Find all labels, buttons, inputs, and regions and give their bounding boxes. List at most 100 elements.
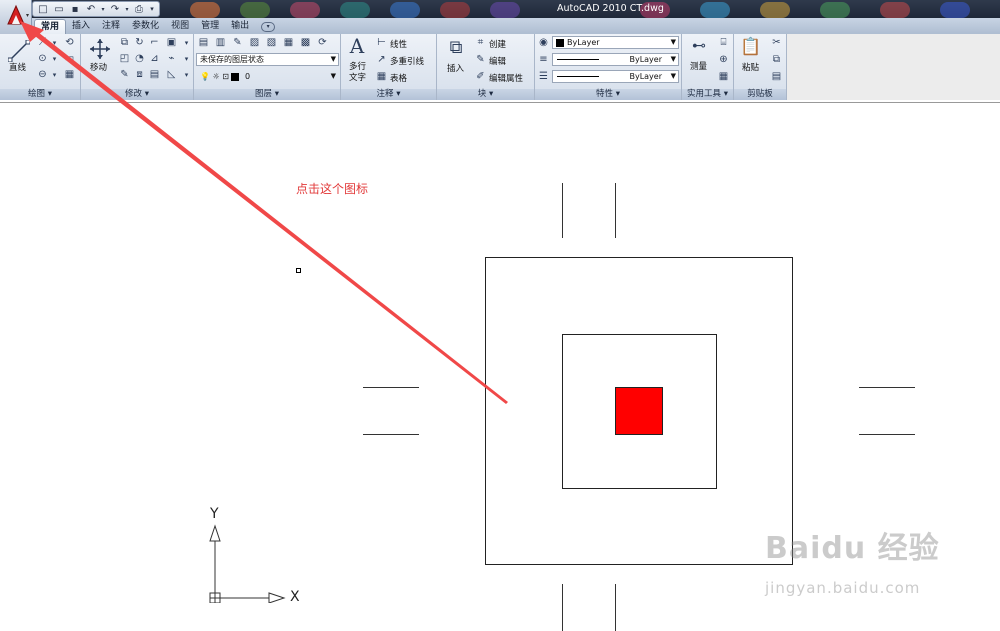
annotation-panel-title[interactable]: 注释 ▾ bbox=[341, 89, 436, 100]
left-upper-tick bbox=[363, 387, 419, 388]
trim-icon[interactable]: ⌐ bbox=[148, 36, 161, 49]
tab-parametric[interactable]: 参数化 bbox=[126, 19, 165, 34]
table-label[interactable]: 表格 bbox=[390, 72, 407, 84]
ribbon-empty-area bbox=[787, 34, 1000, 100]
redo-icon[interactable]: ↷ bbox=[108, 3, 122, 16]
insert-block-icon[interactable]: ⧉ bbox=[445, 36, 467, 58]
rectangle-icon[interactable]: ▭ bbox=[63, 52, 76, 65]
block-panel-title[interactable]: 块 ▾ bbox=[437, 89, 534, 100]
scale-icon[interactable]: ⧈ bbox=[133, 68, 146, 81]
polyline-dropdown-icon[interactable]: ▾ bbox=[48, 36, 61, 49]
circle-dropdown-icon[interactable]: ▾ bbox=[48, 52, 61, 65]
tab-home[interactable]: 常用 bbox=[34, 19, 67, 34]
move-button-label[interactable]: 移动 bbox=[90, 61, 107, 73]
chamfer-dropdown-icon[interactable]: ▾ bbox=[180, 68, 193, 81]
application-menu-button[interactable] bbox=[0, 0, 32, 34]
explode-dropdown-icon[interactable]: ▾ bbox=[180, 52, 193, 65]
layer-previous-icon[interactable]: ✎ bbox=[231, 36, 244, 49]
current-layer-dropdown[interactable]: 💡 ☼ ⊡ 0 ▼ bbox=[196, 70, 339, 83]
move-icon[interactable] bbox=[89, 38, 111, 60]
rotate-icon[interactable]: ↻ bbox=[133, 36, 146, 49]
new-file-icon[interactable]: □ bbox=[36, 3, 50, 16]
color-dropdown[interactable]: ByLayer ▼ bbox=[552, 36, 679, 49]
properties-panel-title[interactable]: 特性 ▾ bbox=[535, 89, 681, 100]
save-icon[interactable]: ▪ bbox=[68, 3, 82, 16]
multileader-label[interactable]: 多重引线 bbox=[390, 55, 424, 67]
redo-dropdown-icon[interactable]: ▾ bbox=[124, 3, 130, 16]
arc-dropdown-icon[interactable]: ▾ bbox=[48, 68, 61, 81]
pickbox-cursor bbox=[296, 268, 301, 273]
undo-dropdown-icon[interactable]: ▾ bbox=[100, 3, 106, 16]
paste-icon[interactable]: 📋 bbox=[740, 36, 762, 58]
layers-panel-title[interactable]: 图层 ▾ bbox=[194, 89, 340, 100]
cut-icon[interactable]: ✂ bbox=[770, 36, 783, 49]
customize-qat-icon[interactable]: ▾ bbox=[148, 3, 156, 16]
line-button-label[interactable]: 直线 bbox=[9, 61, 26, 73]
tab-manage[interactable]: 管理 bbox=[195, 19, 225, 34]
id-point-icon[interactable]: ⊕ bbox=[717, 53, 730, 66]
layer-freeze-icon[interactable]: ▦ bbox=[282, 36, 295, 49]
measure-label[interactable]: 测量 bbox=[690, 60, 707, 72]
copy-clip-icon[interactable]: ⧉ bbox=[770, 53, 783, 66]
tab-annotate[interactable]: 注释 bbox=[96, 19, 126, 34]
utilities-panel-title[interactable]: 实用工具 ▾ bbox=[682, 89, 733, 100]
draw-panel-title[interactable]: 绘图 ▾ bbox=[0, 89, 80, 100]
paste-label[interactable]: 粘贴 bbox=[742, 61, 759, 73]
tab-insert[interactable]: 插入 bbox=[66, 19, 96, 34]
chamfer-icon[interactable]: ◺ bbox=[165, 68, 178, 81]
clipboard-panel-title[interactable]: 剪贴板 bbox=[734, 89, 786, 100]
create-label[interactable]: 创建 bbox=[489, 38, 506, 50]
create-block-icon[interactable]: ⌗ bbox=[474, 36, 487, 49]
edit-attribute-label[interactable]: 编辑属性 bbox=[489, 72, 523, 84]
erase-icon[interactable]: ✎ bbox=[118, 68, 131, 81]
red-filled-square bbox=[615, 387, 663, 435]
layer-properties-icon[interactable]: ▤ bbox=[197, 36, 210, 49]
match-properties-icon[interactable]: ▤ bbox=[770, 70, 783, 83]
tab-view[interactable]: 视图 bbox=[165, 19, 195, 34]
array-icon[interactable]: ▤ bbox=[148, 68, 161, 81]
layer-off-icon[interactable]: ▩ bbox=[299, 36, 312, 49]
lineweight-dropdown[interactable]: ByLayer ▼ bbox=[552, 70, 679, 83]
measure-icon[interactable]: ⊷ bbox=[688, 38, 710, 54]
offset-dropdown-icon[interactable]: ▾ bbox=[180, 36, 193, 49]
layer-isolate-icon[interactable]: ▨ bbox=[248, 36, 261, 49]
layer-lock-icon[interactable]: ⟳ bbox=[316, 36, 329, 49]
layer-unisolate-icon[interactable]: ▧ bbox=[265, 36, 278, 49]
open-folder-icon[interactable]: ▭ bbox=[52, 3, 66, 16]
quick-select-icon[interactable]: ⌸ bbox=[717, 36, 730, 49]
edit-attribute-icon[interactable]: ✐ bbox=[474, 70, 487, 83]
drawing-canvas[interactable]: 点击这个图标 Y X Baidu 经验 jingyan.baidu.com bbox=[0, 103, 1000, 631]
autocad-window: AutoCAD 2010 CT.dwg □ ▭ ▪ ↶ ▾ ↷ ▾ ⎙ ▾ 常用… bbox=[0, 0, 1000, 631]
edit-label[interactable]: 编辑 bbox=[489, 55, 506, 67]
table-icon[interactable]: ▦ bbox=[375, 70, 388, 83]
taskbar-blob-icon bbox=[700, 2, 730, 18]
edit-block-icon[interactable]: ✎ bbox=[474, 53, 487, 66]
fillet-icon[interactable]: ◔ bbox=[133, 52, 146, 65]
insert-label[interactable]: 插入 bbox=[447, 62, 464, 74]
mirror-icon[interactable]: ⊿ bbox=[148, 52, 161, 65]
mtext-label-2[interactable]: 文字 bbox=[349, 71, 366, 83]
clipboard-panel: 📋 粘贴 ✂ ⧉ ▤ 剪贴板 bbox=[734, 34, 787, 100]
offset-icon[interactable]: ▣ bbox=[165, 36, 178, 49]
copy-icon[interactable]: ⧉ bbox=[118, 36, 131, 49]
layer-state-dropdown[interactable]: 未保存的图层状态 ▼ bbox=[196, 53, 339, 66]
mtext-icon[interactable]: A bbox=[347, 34, 367, 58]
lineweight-preview bbox=[557, 76, 599, 77]
tab-output[interactable]: 输出 bbox=[225, 19, 255, 34]
multileader-icon[interactable]: ↗ bbox=[375, 53, 388, 66]
rotate-ccw-icon[interactable]: ⟲ bbox=[63, 36, 76, 49]
line-icon[interactable] bbox=[8, 40, 30, 62]
modify-panel-title[interactable]: 修改 ▾ bbox=[81, 89, 193, 100]
ribbon-minimize-icon[interactable]: ▾ bbox=[261, 22, 276, 32]
calculator-icon[interactable]: ▦ bbox=[717, 70, 730, 83]
undo-icon[interactable]: ↶ bbox=[84, 3, 98, 16]
linear-label[interactable]: 线性 bbox=[390, 38, 407, 50]
linetype-dropdown[interactable]: ByLayer ▼ bbox=[552, 53, 679, 66]
linear-dimension-icon[interactable]: ⊢ bbox=[375, 36, 388, 49]
window-title: AutoCAD 2010 CT.dwg bbox=[557, 3, 664, 14]
plot-icon[interactable]: ⎙ bbox=[132, 3, 146, 16]
explode-icon[interactable]: ⌁ bbox=[165, 52, 178, 65]
layer-match-icon[interactable]: ▥ bbox=[214, 36, 227, 49]
stretch-icon[interactable]: ◰ bbox=[118, 52, 131, 65]
hatch-icon[interactable]: ▦ bbox=[63, 68, 76, 81]
